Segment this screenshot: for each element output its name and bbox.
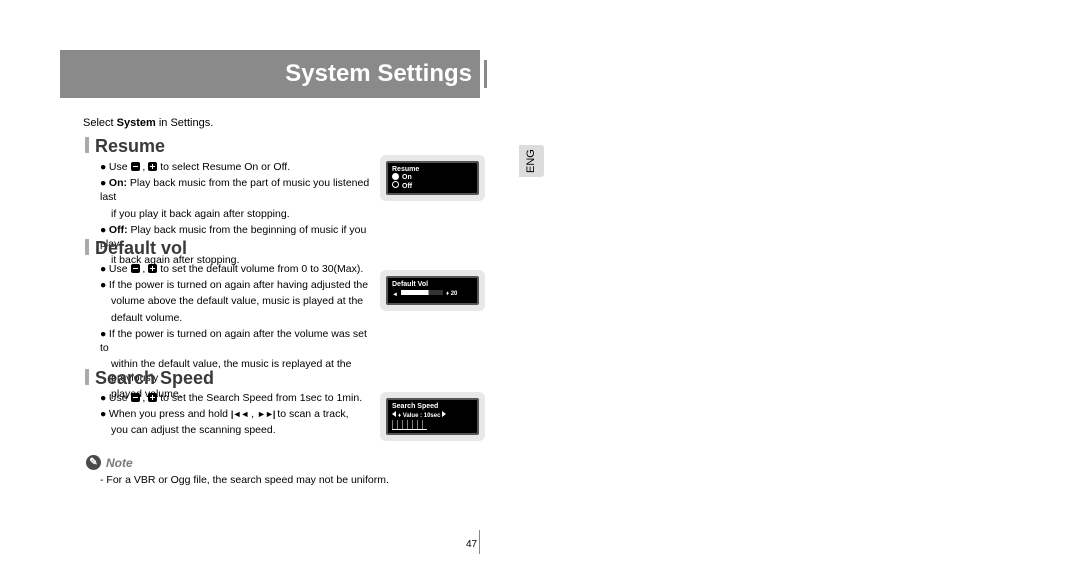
screen-title: Resume <box>392 166 473 173</box>
screen-title: Search Speed <box>392 403 473 410</box>
minus-icon <box>131 264 140 273</box>
fastforward-icon: ►►| <box>257 408 274 420</box>
plus-icon <box>148 162 157 171</box>
searchspeed-screenshot: Search Speed ♦ Value : 10sec <box>380 392 485 441</box>
title-banner: System Settings <box>60 50 480 98</box>
defaultvol-screenshot: Default Vol ◄♦ 20 <box>380 270 485 311</box>
section-title-searchspeed: Search Speed <box>85 368 214 389</box>
arrow-left-icon: ◄ <box>392 292 398 298</box>
searchspeed-body: ● Use , to set the Search Speed from 1se… <box>100 391 375 440</box>
section-title-resume: Resume <box>85 136 165 157</box>
minus-icon <box>131 393 140 402</box>
note-row: ✎ Note <box>86 455 133 470</box>
rewind-icon: |◄◄ <box>231 408 248 420</box>
defaultvol-screen: Default Vol ◄♦ 20 <box>386 276 479 305</box>
banner-divider <box>484 60 487 88</box>
intro-suffix: in Settings. <box>156 117 213 129</box>
resume-screen: Resume On Off <box>386 161 479 195</box>
note-text: - For a VBR or Ogg file, the search spee… <box>100 474 389 486</box>
intro-prefix: Select <box>83 117 117 129</box>
intro-bold: System <box>117 117 156 129</box>
radio-on-icon <box>392 173 399 180</box>
intro-line: Select System in Settings. <box>83 117 213 129</box>
searchspeed-screen: Search Speed ♦ Value : 10sec <box>386 398 479 435</box>
triangle-left-icon <box>392 411 396 417</box>
page-title: System Settings <box>285 60 472 88</box>
note-icon: ✎ <box>86 455 101 470</box>
page-number: 47 <box>466 539 477 550</box>
triangle-right-icon <box>442 411 446 417</box>
screen-title: Default Vol <box>392 281 473 288</box>
section-title-defaultvol: Default vol <box>85 238 187 259</box>
radio-off-icon <box>392 181 399 188</box>
plus-icon <box>148 393 157 402</box>
plus-icon <box>148 264 157 273</box>
page-divider <box>479 530 480 554</box>
volume-bar <box>401 290 443 295</box>
note-label: Note <box>106 456 133 470</box>
minus-icon <box>131 162 140 171</box>
language-tab: ENG <box>519 145 544 177</box>
resume-screenshot: Resume On Off <box>380 155 485 201</box>
ruler-icon <box>392 420 427 430</box>
